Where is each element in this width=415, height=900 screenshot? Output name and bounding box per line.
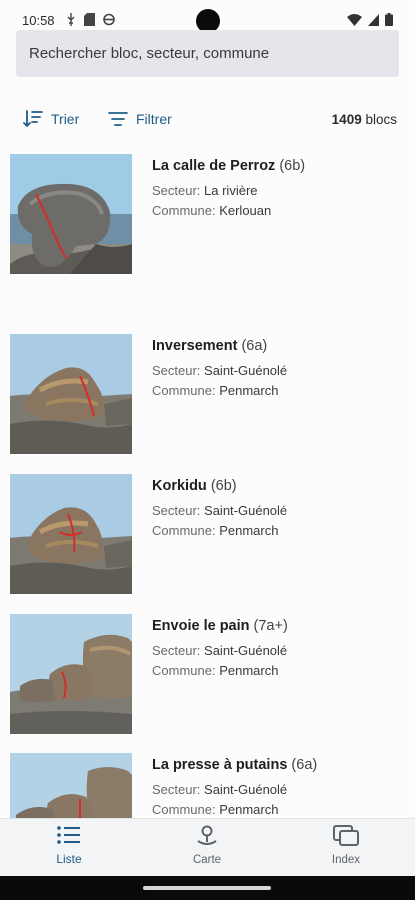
bloc-photo <box>10 154 132 274</box>
sector-value: Saint-Guénolé <box>204 363 288 378</box>
commune-prefix: Commune: <box>152 383 220 398</box>
bloc-grade: (6a) <box>241 338 268 354</box>
status-icons-right <box>347 13 393 26</box>
nav-liste[interactable]: Liste <box>9 825 129 866</box>
filter-icon <box>108 112 128 126</box>
sector-prefix: Secteur: <box>152 503 205 518</box>
bloc-grade: (7a+) <box>253 618 288 634</box>
bloc-title: La calle de Perroz (6b) <box>152 157 305 175</box>
commune-value: Kerlouan <box>219 203 272 218</box>
toolbar: Trier Filtrer 1409 blocs <box>0 105 415 133</box>
bloc-name: La calle de Perroz <box>152 158 276 174</box>
bloc-sector: Secteur: La rivière <box>152 181 305 201</box>
bloc-photo <box>10 614 132 734</box>
sector-value: La rivière <box>204 183 258 198</box>
bloc-title: Envoie le pain (7a+) <box>152 617 288 635</box>
search-box[interactable] <box>16 30 399 77</box>
bloc-commune: Commune: Penmarch <box>152 800 317 818</box>
gesture-handle[interactable] <box>143 886 271 890</box>
bloc-commune: Commune: Kerlouan <box>152 201 305 221</box>
status-time: 10:58 <box>22 13 55 28</box>
bloc-sector: Secteur: Saint-Guénolé <box>152 641 288 661</box>
commune-value: Penmarch <box>219 663 279 678</box>
sector-prefix: Secteur: <box>152 183 205 198</box>
nav-index-label: Index <box>331 854 361 866</box>
signal-icon <box>368 13 379 26</box>
nav-carte[interactable]: Carte <box>147 825 267 866</box>
bloc-title: Inversement (6a) <box>152 337 287 355</box>
list-item[interactable]: La calle de Perroz (6b) Secteur: La rivi… <box>0 150 415 280</box>
bloc-list[interactable]: La calle de Perroz (6b) Secteur: La rivi… <box>0 150 415 818</box>
bloc-sector: Secteur: Saint-Guénolé <box>152 501 287 521</box>
sort-button[interactable]: Trier <box>23 105 79 133</box>
bloc-grade: (6b) <box>279 158 306 174</box>
list-item[interactable]: Inversement (6a) Secteur: Saint-Guénolé … <box>0 330 415 460</box>
index-stack-icon <box>333 825 359 846</box>
bloc-info: Inversement (6a) Secteur: Saint-Guénolé … <box>152 337 287 401</box>
map-pin-icon <box>197 825 217 845</box>
sd-card-icon <box>84 13 95 26</box>
commune-value: Penmarch <box>219 802 279 817</box>
bloc-info: La presse à putains (6a) Secteur: Saint-… <box>152 756 317 818</box>
bloc-commune: Commune: Penmarch <box>152 381 287 401</box>
bloc-grade: (6b) <box>210 478 237 494</box>
bloc-name: Korkidu <box>152 478 207 494</box>
gesture-bar <box>0 876 415 900</box>
status-icons-left <box>66 13 115 26</box>
bloc-photo <box>10 334 132 454</box>
list-item[interactable]: Korkidu (6b) Secteur: Saint-Guénolé Comm… <box>0 470 415 600</box>
bloc-sector: Secteur: Saint-Guénolé <box>152 780 317 800</box>
commune-value: Penmarch <box>219 383 279 398</box>
list-item[interactable]: La presse à putains (6a) Secteur: Saint-… <box>0 749 415 818</box>
commune-prefix: Commune: <box>152 523 220 538</box>
bloc-photo <box>10 753 132 818</box>
sector-value: Saint-Guénolé <box>204 643 288 658</box>
commune-prefix: Commune: <box>152 203 220 218</box>
bloc-name: La presse à putains <box>152 757 288 773</box>
commune-prefix: Commune: <box>152 663 220 678</box>
filter-button[interactable]: Filtrer <box>108 105 172 133</box>
search-input[interactable] <box>16 30 399 77</box>
list-item[interactable]: Envoie le pain (7a+) Secteur: Saint-Guén… <box>0 610 415 740</box>
bloc-commune: Commune: Penmarch <box>152 521 287 541</box>
bloc-grade: (6a) <box>291 757 318 773</box>
bloc-count-unit: blocs <box>365 112 397 127</box>
sector-value: Saint-Guénolé <box>204 782 288 797</box>
bloc-photo <box>10 474 132 594</box>
sort-label: Trier <box>51 111 80 127</box>
sector-prefix: Secteur: <box>152 363 205 378</box>
nav-index[interactable]: Index <box>286 825 406 866</box>
filter-label: Filtrer <box>136 111 172 127</box>
bloc-commune: Commune: Penmarch <box>152 661 288 681</box>
sort-icon <box>23 110 43 127</box>
bloc-title: La presse à putains (6a) <box>152 756 317 774</box>
bloc-name: Inversement <box>152 338 238 354</box>
nav-carte-label: Carte <box>192 854 222 866</box>
bloc-sector: Secteur: Saint-Guénolé <box>152 361 287 381</box>
shield-icon <box>103 13 115 26</box>
bloc-info: Korkidu (6b) Secteur: Saint-Guénolé Comm… <box>152 477 287 541</box>
nav-liste-label: Liste <box>56 852 82 866</box>
sector-prefix: Secteur: <box>152 782 205 797</box>
wifi-icon <box>347 13 362 26</box>
commune-prefix: Commune: <box>152 802 220 817</box>
sector-value: Saint-Guénolé <box>204 503 288 518</box>
bloc-info: Envoie le pain (7a+) Secteur: Saint-Guén… <box>152 617 288 681</box>
bloc-name: Envoie le pain <box>152 618 250 634</box>
commune-value: Penmarch <box>219 523 279 538</box>
sector-prefix: Secteur: <box>152 643 205 658</box>
bloc-count: 1409 blocs <box>332 112 397 127</box>
bloc-count-number: 1409 <box>331 112 362 127</box>
battery-icon <box>385 13 393 26</box>
bottom-nav: Liste Carte Index <box>0 818 415 876</box>
usb-debug-icon <box>67 13 75 26</box>
bloc-info: La calle de Perroz (6b) Secteur: La rivi… <box>152 157 305 221</box>
bloc-title: Korkidu (6b) <box>152 477 287 495</box>
list-icon <box>57 826 80 844</box>
